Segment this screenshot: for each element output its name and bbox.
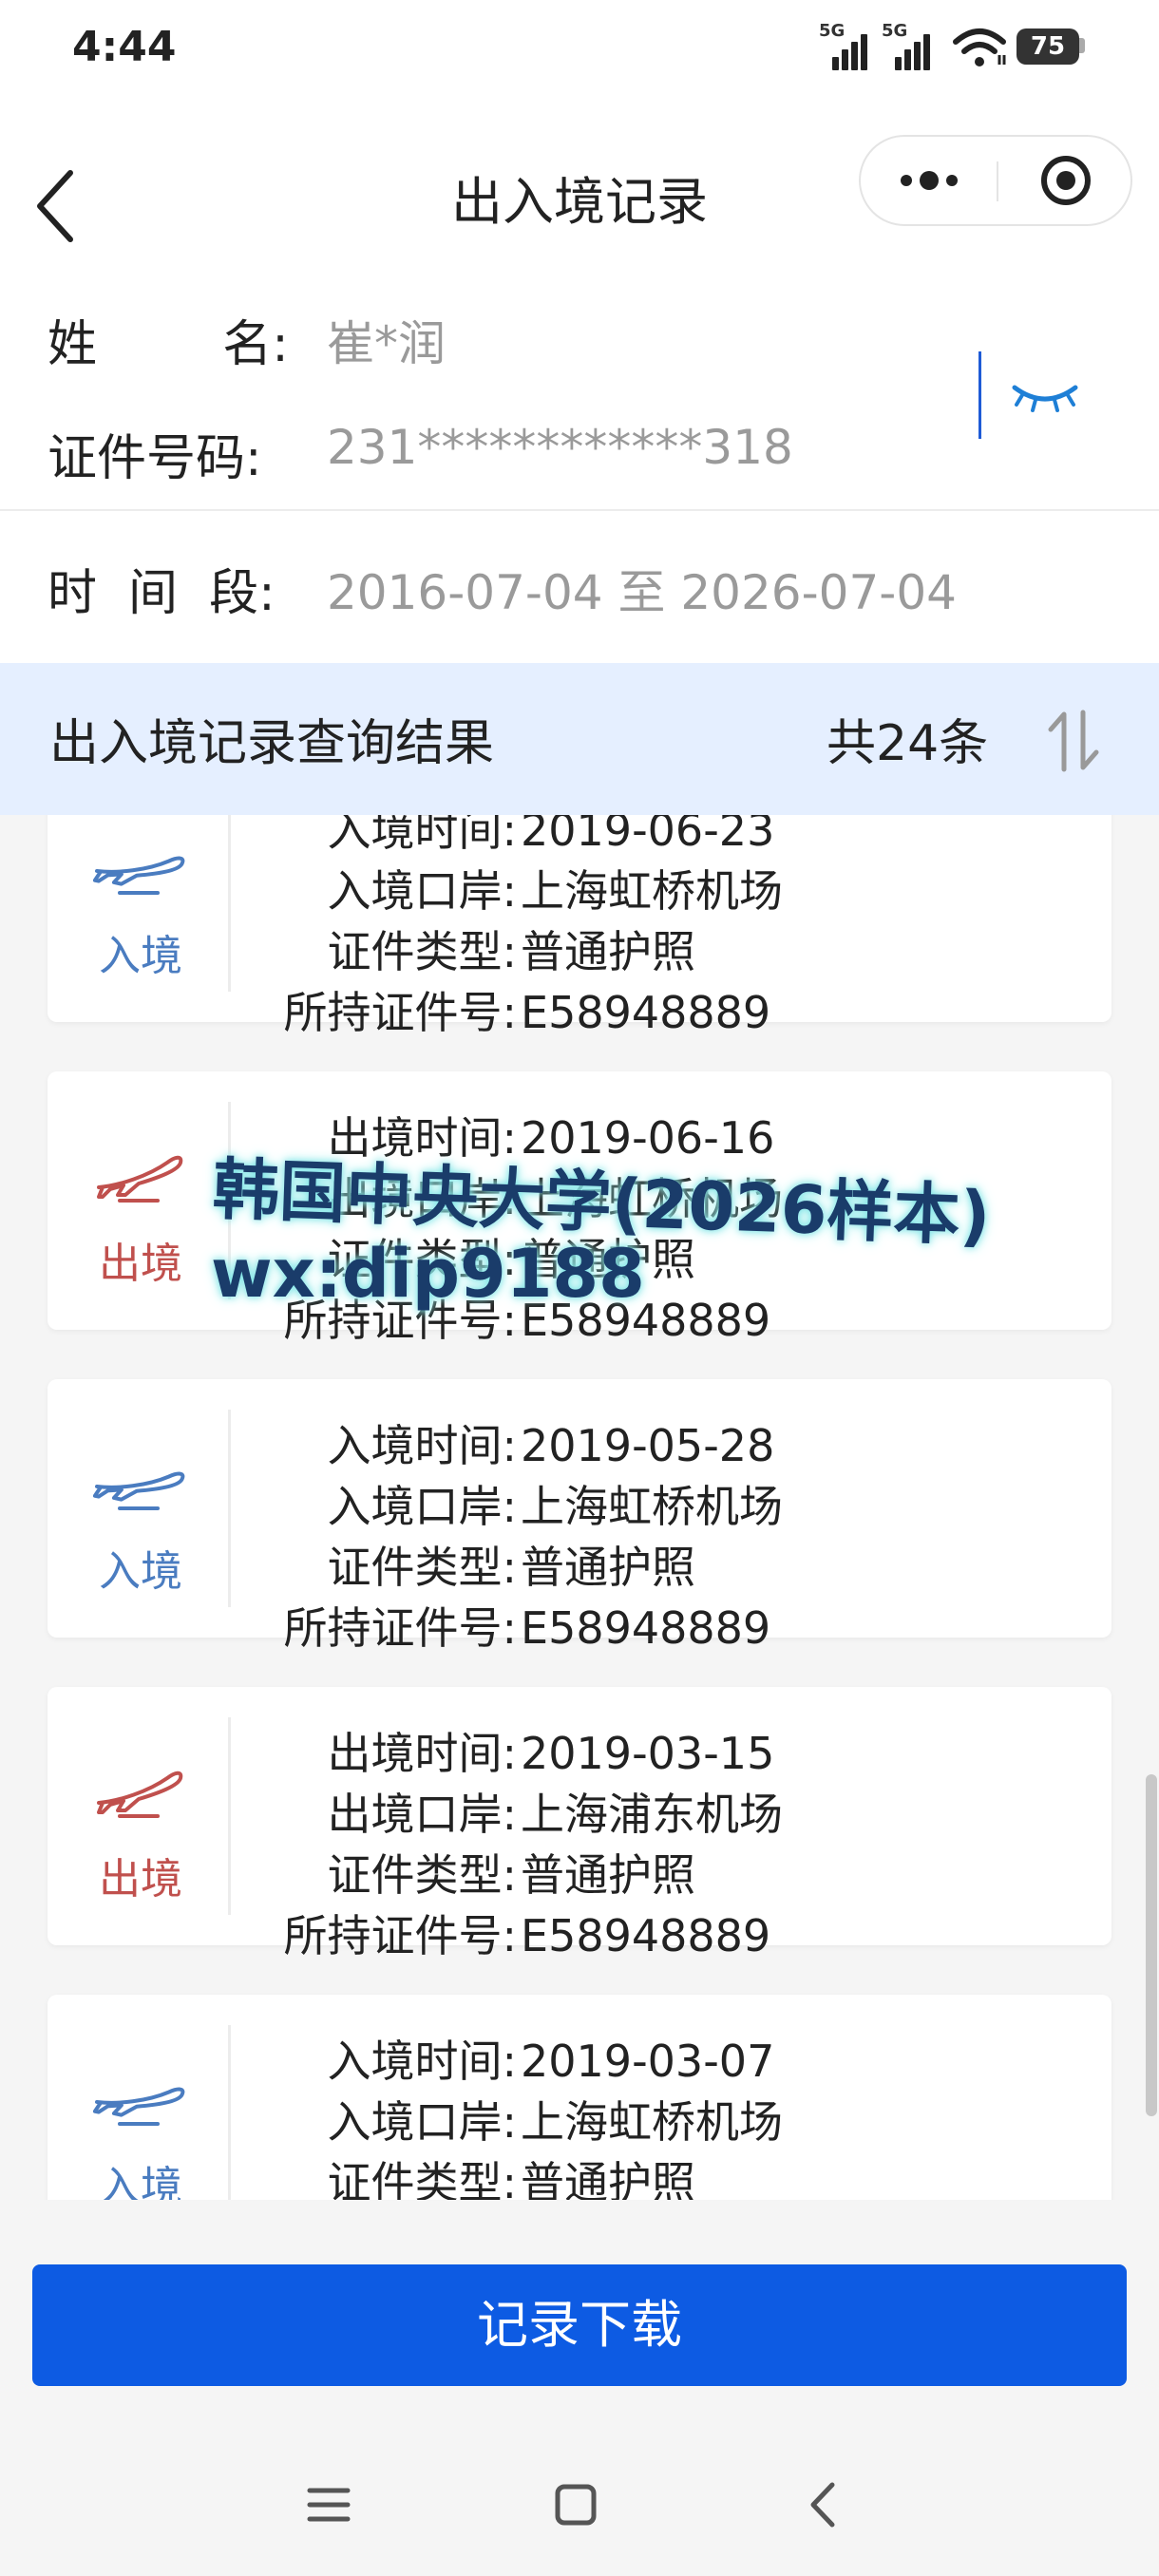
wifi-icon — [953, 28, 1006, 66]
battery-icon: 75 — [1016, 28, 1079, 65]
record-field: 证件类型:普通护照 — [238, 1841, 696, 1904]
name-label: 姓 名: — [48, 316, 289, 373]
record-field-value: 上海虹桥机场 — [521, 865, 783, 917]
direction-label: 入境 — [99, 2163, 182, 2200]
record-field-label: 证件类型: — [327, 1542, 518, 1593]
id-number-value: 231************318 — [327, 420, 793, 475]
record-field-value: E58948889 — [521, 1602, 771, 1654]
home-square-icon[interactable] — [538, 2472, 614, 2538]
card-divider — [228, 815, 231, 992]
record-field-value: 普通护照 — [521, 926, 695, 977]
period-value: 2016-07-04 至 2026-07-04 — [327, 565, 957, 620]
nav-bar: 出入境记录 — [0, 104, 1159, 285]
record-field: 入境口岸:上海虹桥机场 — [238, 2088, 784, 2150]
plane-arrival-icon — [92, 2087, 185, 2126]
record-field-label: 入境时间: — [327, 815, 518, 856]
record-field: 出境口岸:上海浦东机场 — [238, 1780, 784, 1843]
direction-label: 出境 — [99, 1240, 182, 1288]
record-field-label: 证件类型: — [327, 2157, 518, 2200]
results-title: 出入境记录查询结果 — [49, 715, 495, 772]
more-dots-icon[interactable] — [861, 137, 997, 224]
record-field-value: 上海浦东机场 — [521, 1789, 783, 1840]
record-field: 入境口岸:上海虹桥机场 — [238, 1472, 784, 1535]
signal-icon: 5G — [882, 21, 931, 70]
back-chevron-icon[interactable] — [785, 2472, 861, 2538]
eye-divider — [978, 351, 981, 439]
record-card: 入境 入境时间:2019-05-28 入境口岸:上海虹桥机场 证件类型:普通护照 所持证… — [48, 1379, 1112, 1654]
record-field-label: 入境口岸: — [327, 2096, 518, 2148]
period-label: 时 间 段: — [48, 565, 276, 622]
sort-arrows-icon[interactable] — [1045, 707, 1102, 775]
direction-label: 出境 — [99, 1855, 182, 1904]
signal-icon: 5G — [819, 21, 868, 70]
record-field-value: 2019-03-15 — [521, 1728, 775, 1779]
scrollbar[interactable] — [1146, 1774, 1157, 2116]
record-field-value: 上海虹桥机场 — [521, 2096, 783, 2148]
record-field-value: 2019-05-28 — [521, 1420, 775, 1471]
plane-arrival-icon — [92, 1471, 185, 1510]
record-field-value: E58948889 — [521, 987, 771, 1038]
record-field: 证件类型:普通护照 — [238, 1533, 696, 1596]
record-field: 出境时间:2019-03-15 — [238, 1719, 775, 1782]
menu-lines-icon[interactable] — [291, 2472, 367, 2538]
record-field: 所持证件号:E58948889 — [238, 1902, 771, 1964]
record-field: 证件类型:普通护照 — [238, 918, 696, 980]
close-target-icon[interactable] — [998, 137, 1134, 224]
record-field-label: 所持证件号: — [283, 1910, 518, 1961]
record-field: 入境时间:2019-05-28 — [238, 1411, 775, 1474]
record-field-value: 上海虹桥机场 — [521, 1481, 783, 1532]
record-field-label: 证件类型: — [327, 1849, 518, 1901]
record-field: 入境口岸:上海虹桥机场 — [238, 857, 784, 919]
record-field-label: 入境时间: — [327, 1420, 518, 1471]
record-field-label: 出境时间: — [327, 1728, 518, 1779]
record-field-label: 所持证件号: — [283, 987, 518, 1038]
record-field: 入境时间:2019-03-07 — [238, 2027, 775, 2090]
record-field: 所持证件号:E58948889 — [238, 1594, 771, 1657]
record-field-value: E58948889 — [521, 1910, 771, 1961]
record-card: 出境 出境时间:2019-03-15 出境口岸:上海浦东机场 证件类型:普通护照 所持证… — [48, 1687, 1112, 1961]
record-field: 入境时间:2019-06-23 — [238, 815, 775, 859]
record-field-label: 入境时间: — [327, 2036, 518, 2087]
record-field-value: 普通护照 — [521, 1849, 695, 1901]
record-field-value: 普通护照 — [521, 1542, 695, 1593]
record-field-label: 入境口岸: — [327, 865, 518, 917]
record-field: 证件类型:普通护照 — [238, 2149, 696, 2200]
id-number-label: 证件号码: — [48, 430, 262, 487]
battery-tip — [1079, 38, 1085, 53]
person-info-panel: 姓 名: 崔*润 证件号码: 231************318 时 间 段:… — [0, 285, 1159, 663]
record-card: 入境 入境时间:2019-06-23 入境口岸:上海虹桥机场 证件类型:普通护照 所持证… — [48, 815, 1112, 1038]
record-field-label: 所持证件号: — [283, 1602, 518, 1654]
record-card: 入境入境时间:2019-03-07入境口岸:上海虹桥机场证件类型:普通护照所持证… — [48, 1995, 1112, 2200]
record-field-label: 出境口岸: — [327, 1789, 518, 1840]
record-field-value: 2019-06-23 — [521, 815, 775, 856]
system-nav-bar — [0, 2432, 1159, 2576]
card-divider — [228, 1717, 231, 1915]
record-field-label: 入境口岸: — [327, 1481, 518, 1532]
download-records-button[interactable]: 记录下载 — [32, 2264, 1127, 2386]
status-time: 4:44 — [72, 23, 177, 71]
direction-label: 入境 — [99, 932, 182, 980]
mini-program-capsule — [859, 135, 1132, 226]
record-field: 所持证件号:E58948889 — [238, 978, 771, 1041]
card-divider — [228, 1410, 231, 1607]
name-value: 崔*润 — [327, 316, 446, 371]
record-field-value: 普通护照 — [521, 2157, 695, 2200]
record-field-label: 证件类型: — [327, 926, 518, 977]
card-divider — [228, 2025, 231, 2200]
eye-closed-icon[interactable] — [1009, 367, 1081, 424]
plane-arrival-icon — [92, 856, 185, 895]
direction-label: 入境 — [99, 1547, 182, 1596]
record-field-value: 2019-03-07 — [521, 2036, 775, 2087]
results-header: 出入境记录查询结果 共24条 — [0, 663, 1159, 815]
results-count: 共24条 — [826, 715, 989, 772]
plane-departure-icon — [97, 1771, 183, 1818]
status-bar: 4:44 5G 5G 75 — [0, 0, 1159, 104]
records-list[interactable]: 入境 入境时间:2019-06-23 入境口岸:上海虹桥机场 证件类型:普通护照 所持证… — [0, 815, 1159, 2200]
info-divider — [0, 509, 1159, 511]
watermark-line-2: wx:dip9188 — [211, 1235, 645, 1313]
plane-departure-icon — [97, 1155, 183, 1203]
